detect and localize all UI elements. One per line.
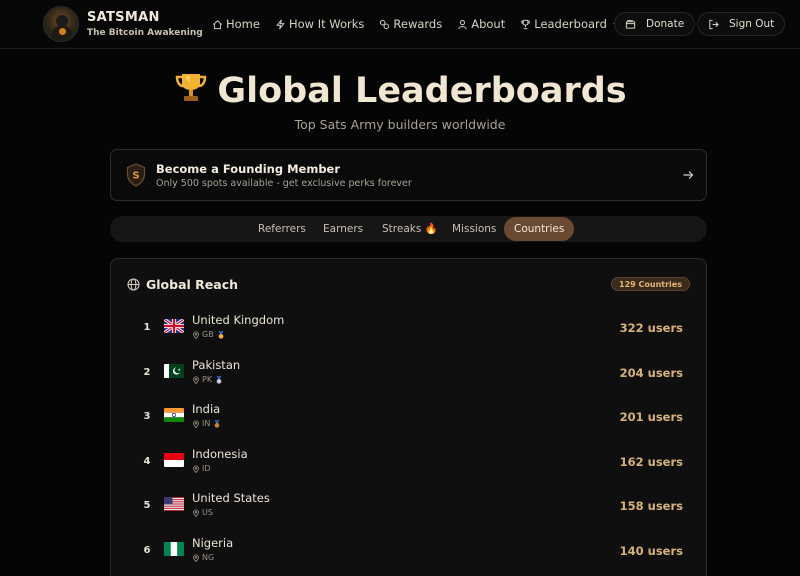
user-count: 322 users (619, 321, 683, 335)
country-code: GB (202, 330, 214, 339)
panel-title: Global Reach (146, 277, 238, 292)
sign-out-icon (709, 19, 719, 29)
rank-number: 1 (143, 322, 151, 333)
arrow-right-icon (683, 171, 694, 179)
sign-out-button[interactable]: Sign Out (697, 12, 786, 36)
country-code: US (202, 508, 213, 517)
page-title: Global Leaderboards (0, 70, 800, 111)
avatar (43, 6, 79, 42)
country-name: Pakistan (192, 358, 241, 372)
trophy-icon (521, 19, 531, 29)
page-title-text: Global Leaderboards (217, 71, 627, 111)
donate-label: Donate (646, 18, 685, 30)
gold-medal-icon (218, 330, 223, 339)
country-code: ID (202, 464, 211, 473)
nav-item-leaderboard[interactable]: Leaderboard (520, 17, 620, 31)
shield-badge-icon: S (126, 163, 146, 187)
main-nav: Home How It Works Rewards About Leaderbo… (212, 17, 635, 31)
flag-pk-icon (164, 364, 184, 378)
user-count: 158 users (619, 499, 683, 513)
founding-member-subtitle: Only 500 spots available - get exclusive… (156, 178, 412, 189)
location-pin-icon (193, 419, 199, 428)
table-row[interactable]: 2 Pakistan PK 204 users (112, 356, 707, 400)
shield-badge-letter: S (132, 171, 139, 182)
leaderboard-tabs: Referrers Earners Streaks 🔥 Missions Cou… (110, 216, 707, 242)
user-count: 140 users (619, 544, 683, 558)
country-count-badge: 129 Countries (611, 277, 690, 291)
flag-us-icon (164, 497, 184, 511)
bronze-medal-icon (215, 419, 220, 428)
nav-item-label: How It Works (288, 17, 365, 31)
wallet-icon (625, 19, 636, 29)
nav-item-how-it-works[interactable]: How It Works (275, 17, 364, 31)
brand-logo-link[interactable]: SATSMAN The Bitcoin Awakening (43, 6, 203, 42)
rank-number: 4 (143, 456, 151, 467)
tab-countries[interactable]: Countries (504, 217, 575, 241)
table-row[interactable]: 5 United States US 158 users (112, 489, 707, 533)
location-pin-icon (193, 330, 199, 339)
tab-referrers[interactable]: Referrers (248, 217, 316, 241)
nav-item-home[interactable]: Home (212, 17, 260, 31)
user-icon (458, 19, 467, 29)
top-nav-bar: SATSMAN The Bitcoin Awakening Home How I… (0, 0, 800, 49)
zap-icon (276, 19, 285, 29)
nav-item-label: Rewards (393, 17, 443, 31)
donate-button[interactable]: Donate (614, 12, 696, 36)
location-pin-icon (193, 553, 199, 562)
flag-ng-icon (164, 542, 184, 556)
location-pin-icon (193, 375, 199, 384)
founding-member-title: Become a Founding Member (156, 162, 341, 176)
rank-number: 3 (143, 411, 151, 422)
tab-earners[interactable]: Earners (313, 217, 373, 241)
location-pin-icon (193, 508, 199, 517)
rank-number: 6 (143, 545, 151, 556)
country-code: PK (202, 375, 213, 384)
table-row[interactable]: 1 United Kingdom GB 322 users (112, 311, 707, 355)
silver-medal-icon (216, 375, 222, 384)
brand-tagline: The Bitcoin Awakening (87, 28, 203, 38)
trophy-icon (176, 74, 207, 101)
country-name: Indonesia (192, 447, 248, 461)
user-count: 162 users (619, 455, 683, 469)
flag-id-icon (164, 453, 184, 467)
nav-item-label: Leaderboard (534, 17, 607, 31)
rank-number: 5 (143, 500, 151, 511)
country-name: United States (192, 491, 270, 505)
tab-streaks[interactable]: Streaks 🔥 (372, 217, 448, 241)
page-subtitle: Top Sats Army builders worldwide (294, 117, 506, 132)
flag-in-icon (164, 408, 184, 422)
table-row[interactable]: 4 Indonesia ID 162 users (112, 445, 707, 489)
home-icon (213, 19, 222, 29)
globe-icon (127, 278, 140, 291)
country-code: IN (202, 419, 211, 428)
brand-name: SATSMAN (87, 10, 160, 25)
country-name: India (192, 402, 221, 416)
country-name: Nigeria (192, 536, 234, 550)
user-count: 204 users (619, 366, 683, 380)
nav-item-about[interactable]: About (457, 17, 505, 31)
global-reach-panel: Global Reach 129 Countries 1 United King… (110, 258, 707, 576)
tab-missions[interactable]: Missions (442, 217, 506, 241)
gift-icon (380, 19, 390, 29)
location-pin-icon (193, 464, 199, 473)
nav-item-label: Home (226, 17, 260, 31)
table-row[interactable]: 6 Nigeria NG 140 users (112, 534, 707, 576)
country-name: United Kingdom (192, 313, 285, 327)
sign-out-label: Sign Out (729, 18, 775, 30)
user-count: 201 users (619, 410, 683, 424)
table-row[interactable]: 3 India IN 201 users (112, 400, 707, 444)
founding-member-banner[interactable]: S Become a Founding Member Only 500 spot… (110, 149, 707, 201)
flag-gb-icon (164, 319, 184, 333)
nav-item-label: About (471, 17, 506, 31)
country-code: NG (202, 553, 215, 562)
rank-number: 2 (143, 367, 151, 378)
nav-item-rewards[interactable]: Rewards (379, 17, 442, 31)
